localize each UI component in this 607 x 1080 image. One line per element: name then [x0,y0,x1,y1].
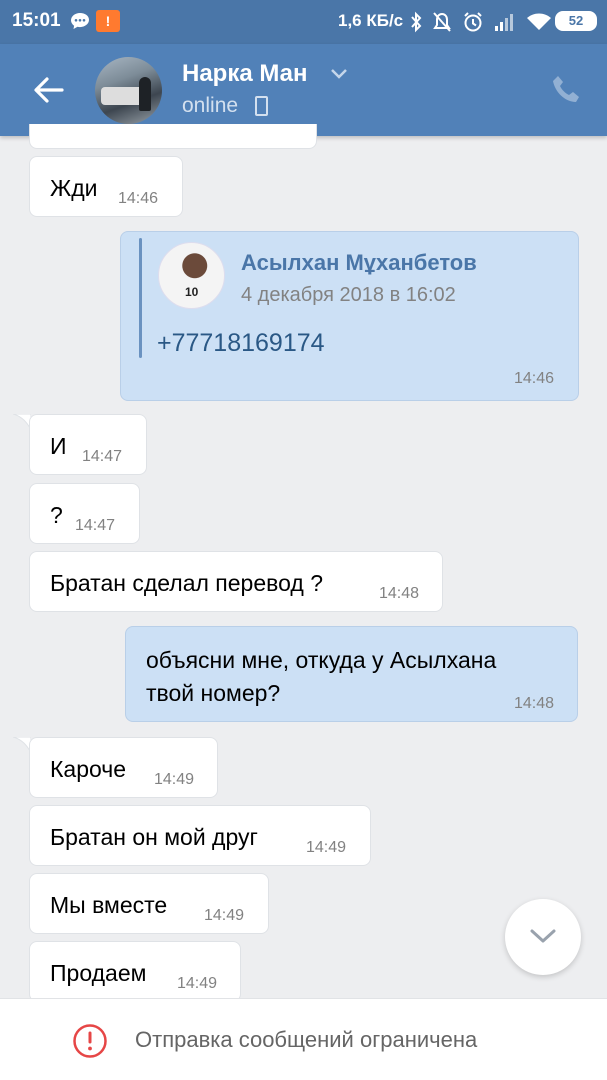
message-text: Братан он мой друг [50,824,258,850]
battery-indicator: 52 [555,11,597,31]
scroll-to-bottom-button[interactable] [505,899,581,975]
message-text: Продаем [50,960,147,986]
message-text-line2: твой номер? [146,680,281,706]
peer-avatar[interactable] [95,57,162,124]
message-text: И [50,433,67,459]
message-time: 14:49 [177,975,218,992]
person-image [139,77,151,111]
message-bubble[interactable]: Кароче 14:49 [29,737,218,798]
message-bubble[interactable]: Братан он мой друг 14:49 [29,805,371,866]
message-time: 14:48 [379,585,420,602]
app-notification-icon: ! [96,10,120,32]
forward-phone-link[interactable]: +77718169174 [157,329,325,358]
chat-bubble-icon [71,13,89,29]
forward-sender-name[interactable]: Асылхан Мұханбетов [241,250,477,276]
message-bubble[interactable]: Жди 14:46 [29,156,183,217]
status-time: 15:01 [12,10,61,31]
message-bubble[interactable]: ? 14:47 [29,483,140,544]
network-speed: 1,6 КБ/с [338,11,404,30]
warning-circle-icon [73,1024,107,1058]
peer-name[interactable]: Нарка Ман [182,60,308,88]
back-arrow-icon[interactable] [28,70,68,110]
message-text: Жди [50,175,98,201]
chevron-down-icon [530,929,556,943]
message-bubble-partial [29,124,317,149]
message-time: 14:48 [514,695,555,712]
message-time: 14:49 [204,907,245,924]
forward-date: 4 декабря 2018 в 16:02 [241,284,456,306]
status-icons [410,9,552,35]
message-time: 14:49 [154,771,195,788]
message-text: Братан сделал перевод ? [50,570,323,596]
message-bubble[interactable]: объясни мне, откуда у Асылхана твой номе… [125,626,578,722]
mute-bell-icon [433,12,451,32]
message-text-line1: объясни мне, откуда у Асылхана [146,647,497,673]
peer-status: online [182,94,239,117]
chat-header: Нарка Ман online [0,44,607,136]
phone-call-icon[interactable] [549,72,585,108]
wifi-icon [527,13,551,30]
message-time: 14:46 [514,370,555,387]
message-time: 14:46 [118,190,159,207]
mobile-device-icon [255,96,268,116]
message-time: 14:49 [306,839,347,856]
chevron-down-icon[interactable] [330,66,348,80]
message-restricted-footer: Отправка сообщений ограничена [0,998,607,1080]
bluetooth-icon [411,11,422,33]
message-text: Мы вместе [50,892,168,918]
message-text: Кароче [50,756,127,782]
status-bar: 15:01 ! 1,6 КБ/с 52 [0,0,607,44]
message-time: 14:47 [82,448,123,465]
forward-sender-avatar[interactable]: 10 [158,242,225,309]
message-text: ? [50,502,63,528]
forward-bar [139,238,142,358]
message-bubble[interactable]: И 14:47 [29,414,147,475]
forwarded-message-bubble[interactable]: 10 Асылхан Мұханбетов 4 декабря 2018 в 1… [120,231,579,401]
message-time: 14:47 [75,517,116,534]
restriction-notice: Отправка сообщений ограничена [135,1027,478,1052]
alarm-icon [464,12,482,32]
message-bubble[interactable]: Мы вместе 14:49 [29,873,269,934]
signal-icon [495,14,513,31]
message-bubble[interactable]: Братан сделал перевод ? 14:48 [29,551,443,612]
message-bubble[interactable]: Продаем 14:49 [29,941,241,1002]
